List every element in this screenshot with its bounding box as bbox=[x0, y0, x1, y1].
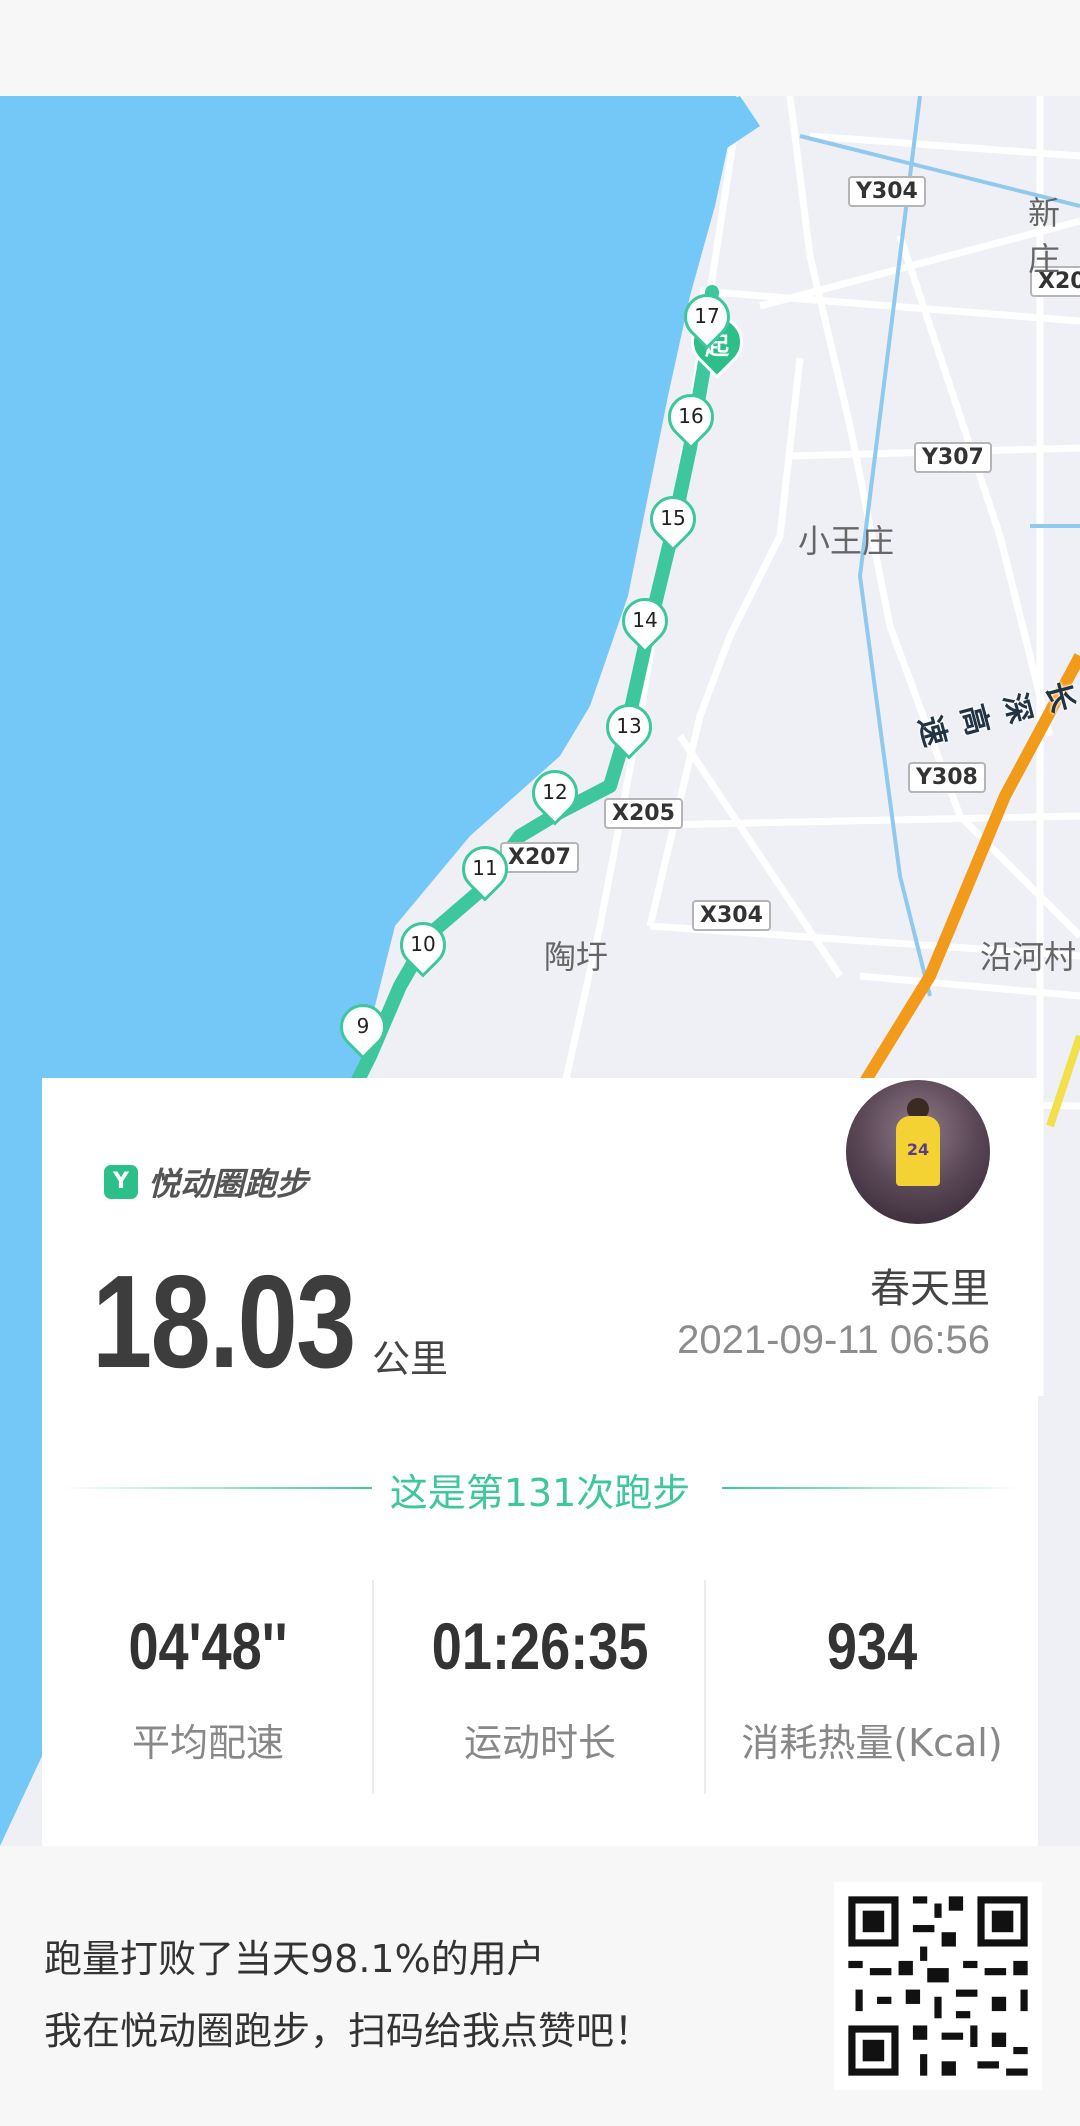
app-logo-icon: Y bbox=[104, 1165, 138, 1199]
top-bar bbox=[0, 0, 1080, 96]
km-marker[interactable]: 16 bbox=[658, 384, 724, 450]
stat-calories: 934 消耗热量(Kcal) bbox=[706, 1608, 1038, 1767]
road-label-y307: Y307 bbox=[914, 442, 992, 473]
km-marker[interactable]: 13 bbox=[596, 694, 662, 760]
km-marker[interactable]: 9 bbox=[330, 994, 396, 1060]
km-marker-number: 14 bbox=[632, 608, 658, 632]
km-marker[interactable]: 15 bbox=[640, 486, 706, 552]
km-marker-number: 11 bbox=[472, 856, 498, 880]
place-label-yanhecun: 沿河村 bbox=[980, 938, 1077, 976]
stat-calories-value: 934 bbox=[826, 1609, 918, 1683]
place-label-xinzhuang: 新庄 bbox=[1028, 194, 1061, 278]
stat-duration-label: 运动时长 bbox=[463, 1721, 616, 1765]
km-marker[interactable]: 12 bbox=[522, 760, 588, 826]
road-label-x207: X207 bbox=[500, 842, 579, 873]
road-label-y304: Y304 bbox=[848, 176, 926, 207]
run-datetime: 2021-09-11 06:56 bbox=[677, 1318, 990, 1362]
footer-share-text: 我在悦动圈跑步，扫码给我点赞吧！ bbox=[44, 2009, 653, 2053]
stat-pace: 04'48'' 平均配速 bbox=[42, 1608, 374, 1767]
road-label-x304: X304 bbox=[692, 900, 771, 931]
km-marker-number: 15 bbox=[660, 506, 686, 530]
place-label-xiaowangzhuang: 小王庄 bbox=[798, 522, 895, 560]
distance-value: 18.03 bbox=[92, 1248, 356, 1395]
km-marker-number: 16 bbox=[678, 404, 704, 428]
run-count-text: 这是第131次跑步 bbox=[389, 1471, 691, 1515]
stat-pace-label: 平均配速 bbox=[131, 1721, 284, 1765]
footer-rank-text: 跑量打败了当天98.1%的用户 bbox=[44, 1937, 545, 1981]
km-marker[interactable]: 17 bbox=[674, 284, 740, 350]
stat-calories-label: 消耗热量(Kcal) bbox=[741, 1721, 1003, 1765]
brand-name: 悦动圈跑步 bbox=[148, 1165, 309, 1203]
qr-code[interactable] bbox=[834, 1882, 1042, 2090]
qr-code-icon bbox=[834, 1882, 1042, 2090]
km-marker[interactable]: 14 bbox=[612, 588, 678, 654]
brand-logo: Y 悦动圈跑步 bbox=[104, 1162, 309, 1203]
km-marker-number: 13 bbox=[616, 714, 642, 738]
stat-duration-value: 01:26:35 bbox=[431, 1609, 649, 1683]
km-marker-number: 9 bbox=[356, 1014, 370, 1038]
username: 春天里 bbox=[870, 1266, 990, 1312]
run-summary-card: Y 悦动圈跑步 24 18.03 公里 春天里 2021-09-11 06:56… bbox=[42, 1078, 1038, 1846]
road-label-x205: X205 bbox=[604, 798, 683, 829]
stat-pace-value: 04'48'' bbox=[128, 1609, 288, 1683]
avatar-jersey-number: 24 bbox=[906, 1140, 930, 1159]
km-marker-number: 10 bbox=[410, 932, 436, 956]
place-label-taowei: 陶圩 bbox=[544, 938, 609, 976]
km-marker[interactable]: 10 bbox=[390, 912, 456, 978]
road-label-y308: Y308 bbox=[908, 762, 986, 793]
stat-duration: 01:26:35 运动时长 bbox=[374, 1608, 706, 1767]
km-marker-number: 12 bbox=[542, 780, 568, 804]
km-marker[interactable]: 11 bbox=[452, 836, 518, 902]
distance-unit: 公里 bbox=[372, 1337, 449, 1381]
avatar[interactable]: 24 bbox=[846, 1080, 990, 1224]
km-marker-number: 17 bbox=[694, 304, 720, 328]
